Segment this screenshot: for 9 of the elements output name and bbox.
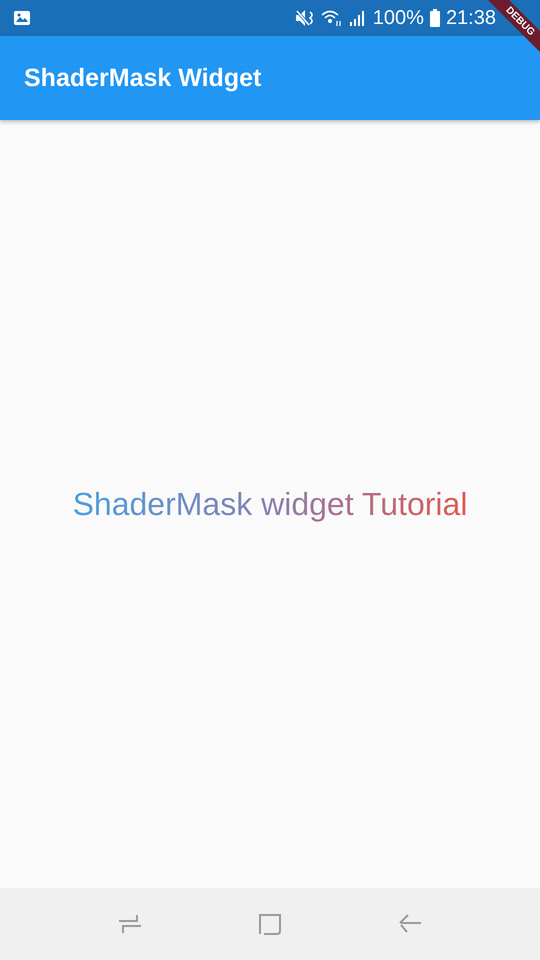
battery-icon	[430, 9, 440, 27]
mute-icon	[294, 9, 315, 27]
battery-percent: 100%	[372, 6, 424, 30]
clock: 21:38	[446, 6, 496, 30]
home-icon[interactable]	[257, 911, 283, 937]
app-bar-title: ShaderMask Widget	[24, 64, 262, 92]
image-icon	[14, 11, 30, 25]
signal-icon	[348, 9, 367, 27]
wifi-icon	[320, 9, 343, 27]
